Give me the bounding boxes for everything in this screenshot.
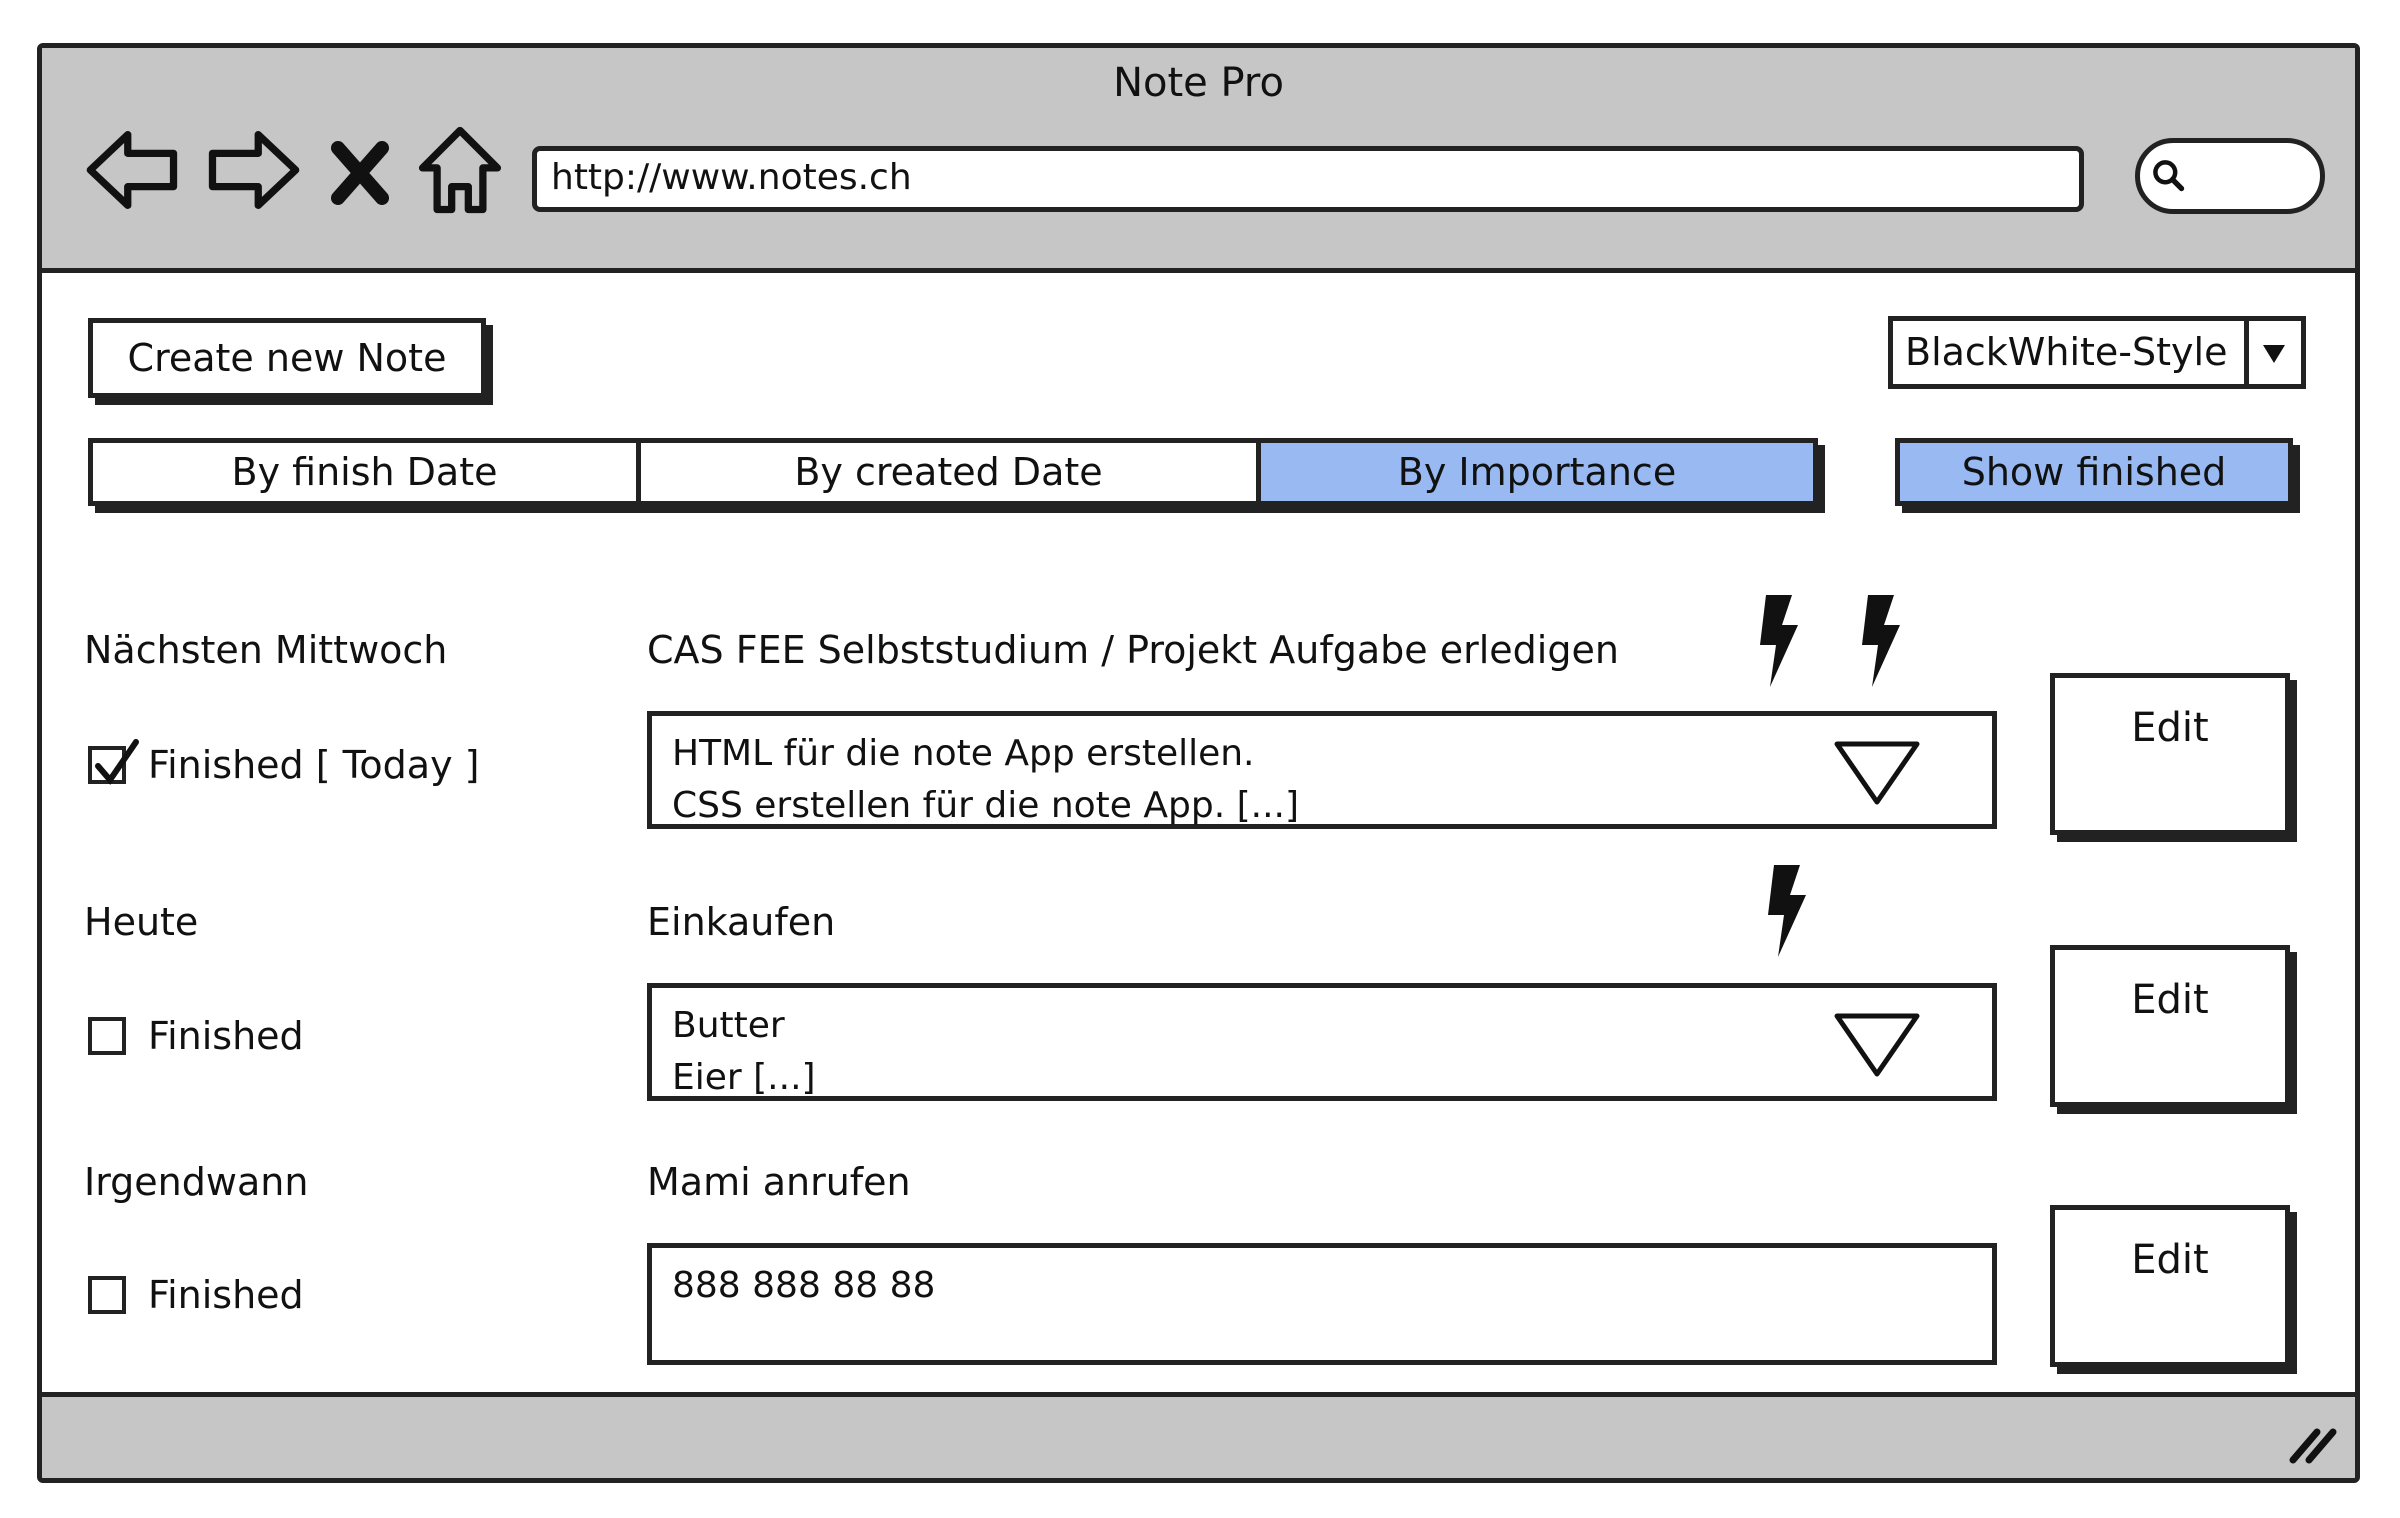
tab-by-importance[interactable]: By Importance	[1256, 443, 1813, 501]
finished-checkbox-row[interactable]: Finished	[88, 1273, 304, 1317]
finished-label: Finished [ Today ]	[148, 743, 480, 787]
back-arrow-icon[interactable]	[82, 118, 186, 222]
resize-grip-icon[interactable]	[2287, 1422, 2343, 1466]
note-title: Mami anrufen	[647, 1160, 911, 1204]
finished-checkbox[interactable]	[88, 1276, 126, 1314]
importance-bolt-icon	[1760, 595, 1798, 687]
edit-note-button[interactable]: Edit	[2050, 673, 2290, 835]
description-line: 888 888 88 88	[672, 1265, 936, 1306]
description-line: Butter	[672, 1005, 785, 1046]
finished-label: Finished	[148, 1014, 304, 1058]
home-icon[interactable]	[408, 118, 512, 222]
edit-note-button[interactable]: Edit	[2050, 1205, 2290, 1367]
finished-label: Finished	[148, 1273, 304, 1317]
create-note-button[interactable]: Create new Note	[88, 318, 486, 398]
status-bar	[42, 1392, 2355, 1478]
browser-window: Note Pro http://www.notes.ch Create new …	[37, 43, 2360, 1483]
finished-checkbox-checked[interactable]	[88, 739, 139, 785]
window-title: Note Pro	[1113, 60, 1284, 106]
style-select[interactable]: BlackWhite-Style	[1888, 316, 2306, 389]
note-due-date: Irgendwann	[84, 1160, 309, 1204]
note-due-date: Nächsten Mittwoch	[84, 628, 448, 672]
note-title: Einkaufen	[647, 900, 836, 944]
dropdown-arrow-icon[interactable]	[2244, 321, 2301, 384]
importance-bolt-icon	[1768, 865, 1806, 957]
url-input[interactable]: http://www.notes.ch	[532, 146, 2084, 212]
forward-arrow-icon[interactable]	[200, 118, 304, 222]
checkmark-icon	[95, 739, 139, 785]
finished-checkbox[interactable]	[88, 1017, 126, 1055]
note-description: Butter Eier [...]	[647, 983, 1997, 1101]
sort-tabs: By finish Date By created Date By Import…	[88, 438, 1818, 506]
style-select-value: BlackWhite-Style	[1905, 330, 2228, 374]
close-x-icon[interactable]	[320, 118, 400, 222]
importance-bolt-icon	[1862, 595, 1900, 687]
description-line: CSS erstellen für die note App. [...]	[672, 785, 1300, 826]
description-line: HTML für die note App erstellen.	[672, 733, 1255, 774]
finished-checkbox-row[interactable]: Finished	[88, 1014, 304, 1058]
description-line: Eier [...]	[672, 1057, 816, 1098]
finished-checkbox-row[interactable]: Finished [ Today ]	[88, 739, 480, 787]
browser-titlebar: Note Pro http://www.notes.ch	[42, 48, 2355, 273]
note-due-date: Heute	[84, 900, 199, 944]
browser-search-input[interactable]	[2135, 138, 2325, 214]
note-description: HTML für die note App erstellen. CSS ers…	[647, 711, 1997, 829]
note-description: 888 888 88 88	[647, 1243, 1997, 1365]
edit-note-button[interactable]: Edit	[2050, 945, 2290, 1107]
search-icon	[2153, 160, 2185, 192]
tab-by-created-date[interactable]: By created Date	[636, 443, 1256, 501]
note-title: CAS FEE Selbststudium / Projekt Aufgabe …	[647, 628, 1619, 672]
app-content: Create new Note BlackWhite-Style By fini…	[42, 273, 2355, 1392]
expand-triangle-icon[interactable]	[1832, 1010, 1922, 1080]
tab-by-finish-date[interactable]: By finish Date	[93, 443, 636, 501]
expand-triangle-icon[interactable]	[1832, 738, 1922, 808]
show-finished-button[interactable]: Show finished	[1895, 438, 2293, 506]
